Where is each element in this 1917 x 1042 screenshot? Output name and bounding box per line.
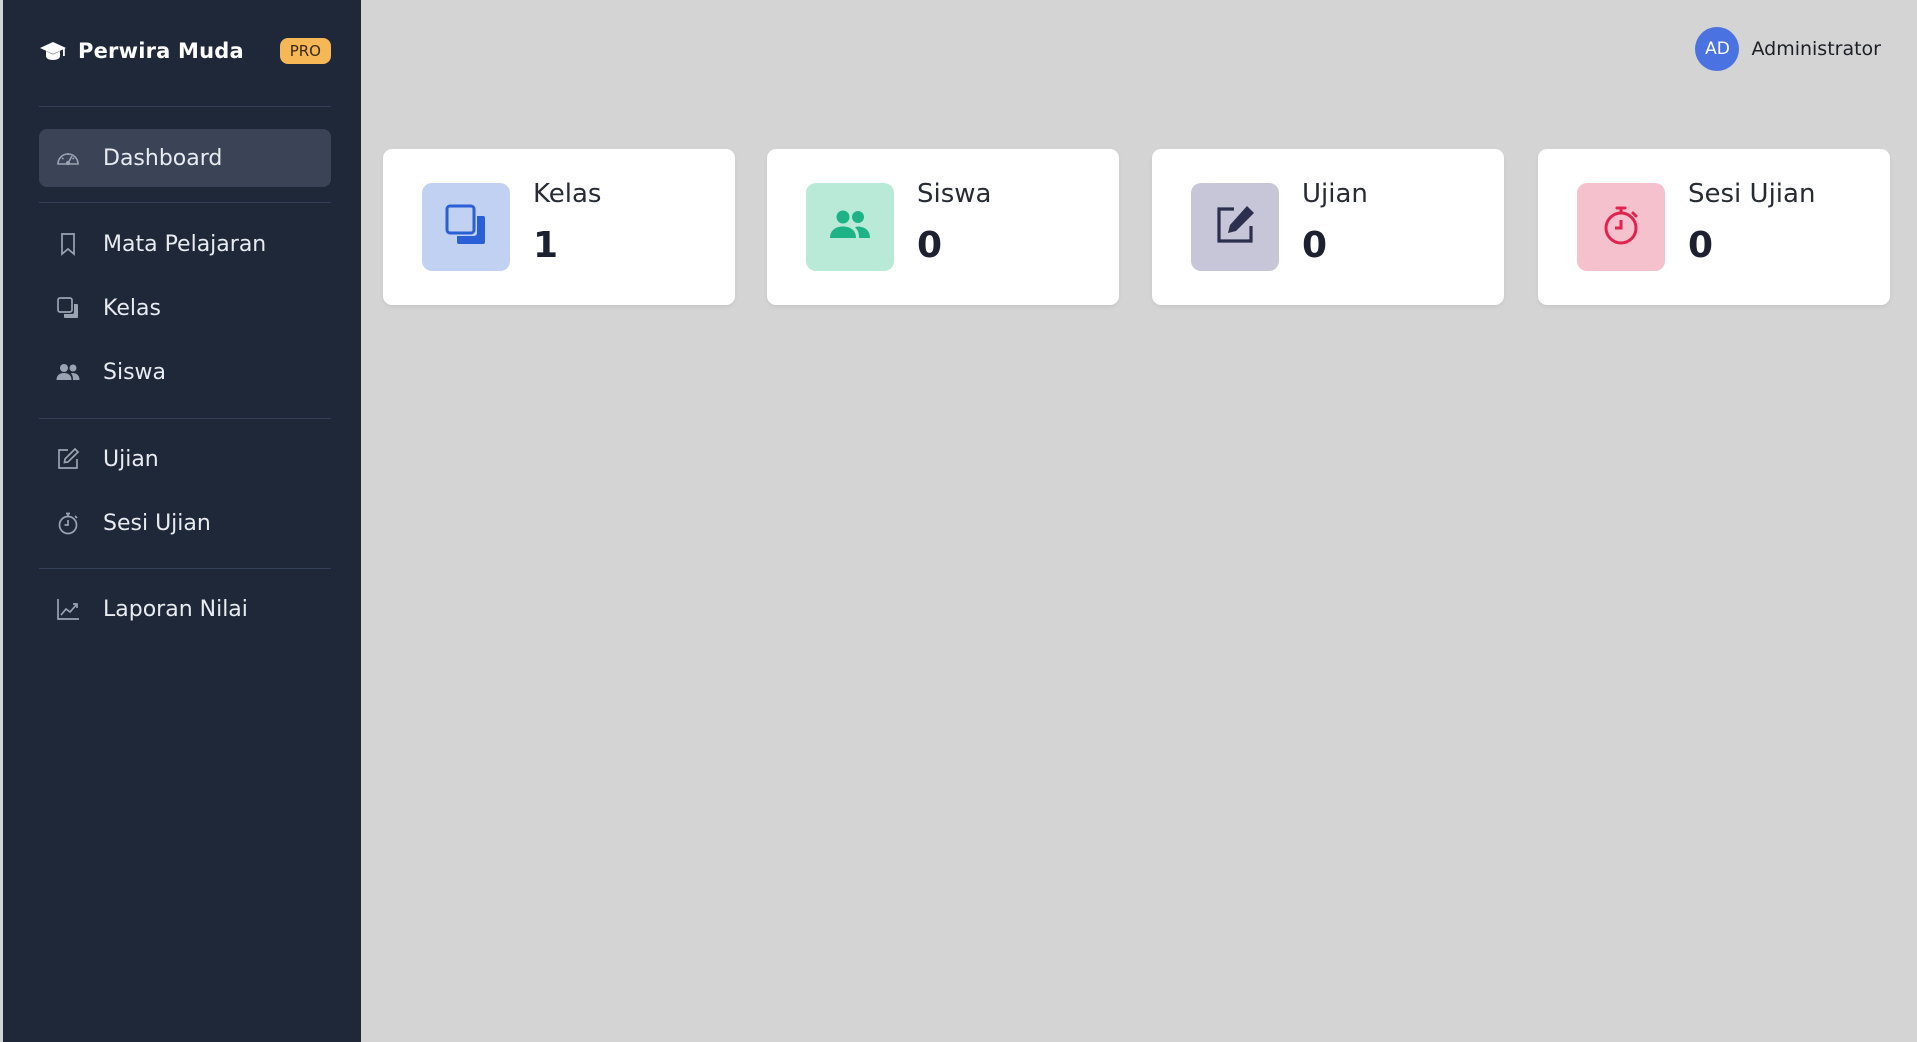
stat-value: 0: [1688, 225, 1714, 266]
pro-badge: PRO: [279, 38, 331, 64]
sidebar: Perwira Muda PRO Dashboard Mata Pelajara…: [3, 0, 361, 1042]
stat-title: Ujian: [1302, 179, 1368, 209]
sidebar-item-label: Dashboard: [103, 145, 223, 171]
user-menu[interactable]: AD Administrator: [1695, 27, 1881, 71]
sidebar-item-label: Mata Pelajaran: [103, 231, 267, 257]
app: Perwira Muda PRO Dashboard Mata Pelajara…: [0, 0, 1917, 1042]
divider: [39, 202, 331, 203]
chart-line-icon: [53, 594, 83, 624]
stat-card-sesi-ujian: Sesi Ujian 0: [1538, 149, 1890, 305]
sidebar-item-laporan-nilai[interactable]: Laporan Nilai: [39, 580, 331, 638]
stat-title: Siswa: [917, 179, 992, 209]
sidebar-item-label: Ujian: [103, 446, 159, 472]
sidebar-item-label: Kelas: [103, 295, 161, 321]
stat-value: 0: [917, 225, 943, 266]
stat-icon-box: [1191, 183, 1279, 271]
brand-name: Perwira Muda: [78, 39, 244, 63]
stat-value: 1: [533, 225, 559, 266]
sidebar-item-kelas[interactable]: Kelas: [39, 279, 331, 337]
stat-icon-box: [422, 183, 510, 271]
stat-value: 0: [1302, 225, 1328, 266]
divider: [39, 106, 331, 107]
edit-icon: [53, 444, 83, 474]
stat-title: Sesi Ujian: [1688, 179, 1816, 209]
stat-card-kelas: Kelas 1: [383, 149, 735, 305]
graduation-cap-icon: [39, 37, 67, 65]
sidebar-item-sesi-ujian[interactable]: Sesi Ujian: [39, 494, 331, 552]
stat-card-siswa: Siswa 0: [767, 149, 1119, 305]
edit-icon: [1212, 202, 1258, 252]
divider: [39, 418, 331, 419]
users-icon: [53, 357, 83, 387]
gauge-icon: [53, 143, 83, 173]
copy-squares-icon: [443, 202, 489, 252]
copy-squares-icon: [53, 293, 83, 323]
stopwatch-icon: [53, 508, 83, 538]
user-name: Administrator: [1751, 38, 1881, 60]
divider: [39, 568, 331, 569]
sidebar-item-dashboard[interactable]: Dashboard: [39, 129, 331, 187]
stat-card-ujian: Ujian 0: [1152, 149, 1504, 305]
users-icon: [827, 202, 873, 252]
sidebar-item-siswa[interactable]: Siswa: [39, 343, 331, 401]
brand[interactable]: Perwira Muda PRO: [39, 36, 331, 66]
sidebar-item-label: Laporan Nilai: [103, 596, 248, 622]
stopwatch-icon: [1598, 202, 1644, 252]
stat-icon-box: [1577, 183, 1665, 271]
sidebar-item-label: Siswa: [103, 359, 167, 385]
stat-icon-box: [806, 183, 894, 271]
sidebar-item-ujian[interactable]: Ujian: [39, 430, 331, 488]
sidebar-item-label: Sesi Ujian: [103, 510, 211, 536]
avatar[interactable]: AD: [1695, 27, 1740, 71]
stat-title: Kelas: [533, 179, 602, 209]
sidebar-item-mata-pelajaran[interactable]: Mata Pelajaran: [39, 215, 331, 273]
bookmark-icon: [53, 229, 83, 259]
